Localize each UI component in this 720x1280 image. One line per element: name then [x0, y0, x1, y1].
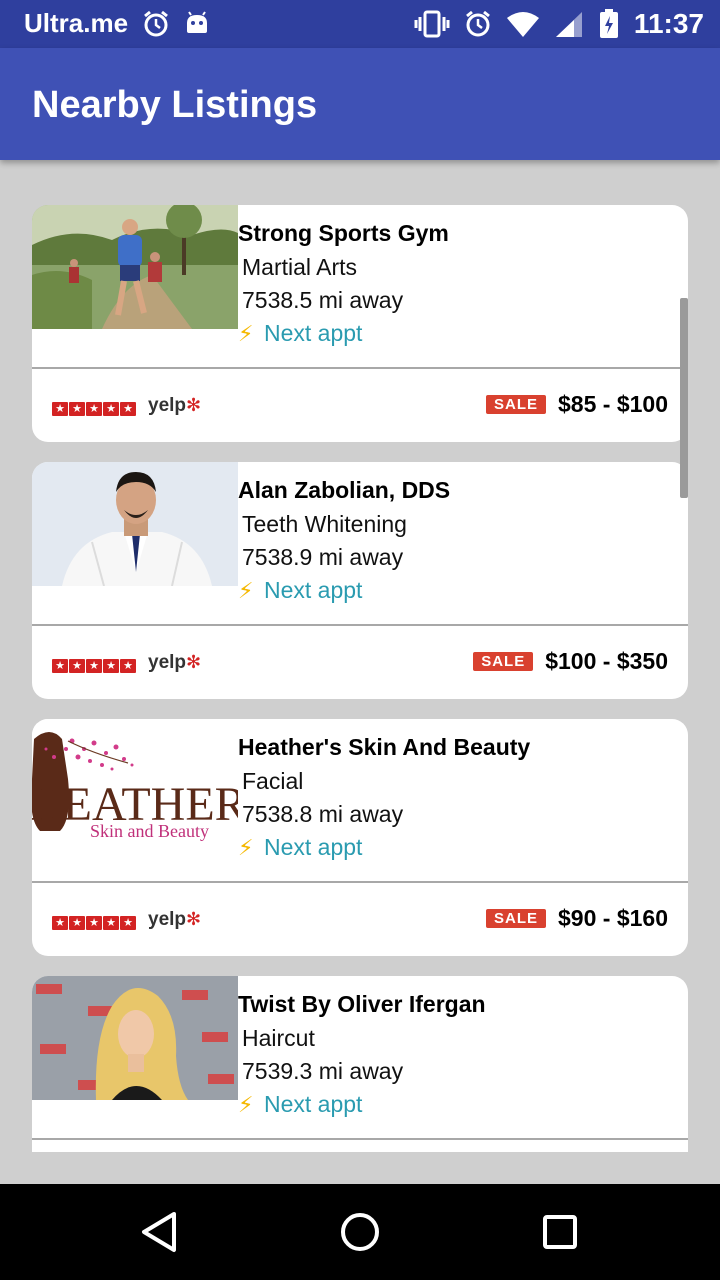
next-appt-label: Next appt	[264, 320, 363, 346]
next-appt-label: Next appt	[264, 577, 363, 603]
star-icon: ★	[69, 916, 85, 930]
star-icon: ★	[52, 916, 68, 930]
alarm-icon	[142, 10, 170, 38]
next-appt-link[interactable]: ⚡ Next appt	[238, 1088, 486, 1121]
divider	[32, 1138, 688, 1140]
price-range: $100 - $350	[545, 648, 668, 674]
back-icon[interactable]	[136, 1208, 184, 1256]
lightning-icon: ⚡	[238, 320, 254, 346]
yelp-burst-icon: ✻	[186, 652, 202, 672]
navigation-bar	[0, 1184, 720, 1280]
listing-footer: ★ ★ ★ ★ ★ yelp✻ SALE $100 - $350	[32, 626, 688, 699]
listing-image-dentist	[32, 462, 238, 586]
signal-icon	[554, 10, 584, 38]
listing-image-salon	[32, 976, 238, 1100]
listing-name: Twist By Oliver Ifergan	[238, 991, 486, 1017]
rating-stars: ★ ★ ★ ★ ★	[52, 402, 136, 416]
vibrate-icon	[414, 10, 450, 38]
battery-icon	[598, 9, 620, 39]
listing-card[interactable]: HEATHER Skin and Beauty Heather's Skin A…	[32, 719, 688, 956]
sale-badge: SALE	[486, 909, 547, 928]
wifi-icon	[506, 10, 540, 38]
listing-distance: 7538.9 mi away	[242, 544, 404, 570]
clock-time: 11:37	[633, 8, 704, 39]
star-icon: ★	[103, 659, 119, 673]
next-appt-link[interactable]: ⚡ Next appt	[238, 831, 530, 864]
price-range: $85 - $100	[558, 391, 668, 417]
listing-card[interactable]: Strong Sports Gym Martial Arts 7538.5 mi…	[32, 205, 688, 442]
page-title: Nearby Listings	[32, 84, 318, 126]
listing-footer: ★ ★ ★ ★ ★ yelp✻ SALE $85 - $100	[32, 369, 688, 442]
listing-card[interactable]: Twist By Oliver Ifergan Haircut 7539.3 m…	[32, 976, 688, 1152]
listing-card[interactable]: Alan Zabolian, DDS Teeth Whitening 7538.…	[32, 462, 688, 699]
heather-logo-subtext: Skin and Beauty	[90, 821, 209, 841]
listing-image-heather-logo: HEATHER Skin and Beauty	[32, 719, 238, 843]
listing-name: Strong Sports Gym	[238, 220, 449, 246]
listing-image-gym	[32, 205, 238, 329]
star-icon: ★	[86, 916, 102, 930]
star-icon: ★	[52, 402, 68, 416]
alarm-icon	[464, 10, 492, 38]
listing-name: Heather's Skin And Beauty	[238, 734, 531, 760]
yelp-logo: yelp✻	[148, 395, 201, 417]
star-icon: ★	[86, 402, 102, 416]
next-appt-link[interactable]: ⚡ Next appt	[238, 317, 449, 350]
yelp-label: yelp	[148, 395, 187, 416]
app-bar: Nearby Listings	[0, 48, 720, 160]
star-icon: ★	[120, 916, 136, 930]
yelp-burst-icon: ✻	[186, 395, 202, 415]
next-appt-label: Next appt	[264, 834, 363, 860]
listing-distance: 7538.5 mi away	[242, 287, 404, 313]
star-icon: ★	[52, 659, 68, 673]
listings-list[interactable]: Strong Sports Gym Martial Arts 7538.5 mi…	[32, 205, 688, 1152]
status-bar: Ultra.me 11:37	[0, 0, 720, 48]
next-appt-label: Next appt	[264, 1091, 363, 1117]
next-appt-link[interactable]: ⚡ Next appt	[238, 574, 450, 607]
star-icon: ★	[103, 402, 119, 416]
lightning-icon: ⚡	[238, 577, 254, 603]
rating-stars: ★ ★ ★ ★ ★	[52, 916, 136, 930]
star-icon: ★	[103, 916, 119, 930]
yelp-label: yelp	[148, 909, 187, 930]
yelp-label: yelp	[148, 652, 187, 673]
listing-category: Facial	[242, 768, 304, 794]
lightning-icon: ⚡	[238, 1091, 254, 1117]
home-icon[interactable]	[336, 1208, 384, 1256]
listing-distance: 7538.8 mi away	[242, 801, 404, 827]
yelp-logo: yelp✻	[148, 909, 201, 931]
yelp-logo: yelp✻	[148, 652, 201, 674]
recents-icon[interactable]	[536, 1208, 584, 1256]
sale-badge: SALE	[486, 395, 547, 414]
star-icon: ★	[86, 659, 102, 673]
lightning-icon: ⚡	[238, 834, 254, 860]
listing-distance: 7539.3 mi away	[242, 1058, 404, 1084]
yelp-burst-icon: ✻	[186, 909, 202, 929]
android-icon	[184, 10, 210, 37]
listing-category: Haircut	[242, 1025, 315, 1051]
listing-category: Teeth Whitening	[242, 511, 407, 537]
rating-stars: ★ ★ ★ ★ ★	[52, 659, 136, 673]
carrier-name: Ultra.me	[24, 8, 129, 38]
listing-name: Alan Zabolian, DDS	[238, 477, 451, 503]
listing-category: Martial Arts	[242, 254, 358, 280]
star-icon: ★	[120, 402, 136, 416]
scrollbar[interactable]	[680, 298, 688, 498]
star-icon: ★	[69, 659, 85, 673]
listing-footer: ★ ★ ★ ★ ★ yelp✻ SALE $90 - $160	[32, 883, 688, 956]
sale-badge: SALE	[473, 652, 534, 671]
star-icon: ★	[120, 659, 136, 673]
price-range: $90 - $160	[558, 905, 668, 931]
star-icon: ★	[69, 402, 85, 416]
